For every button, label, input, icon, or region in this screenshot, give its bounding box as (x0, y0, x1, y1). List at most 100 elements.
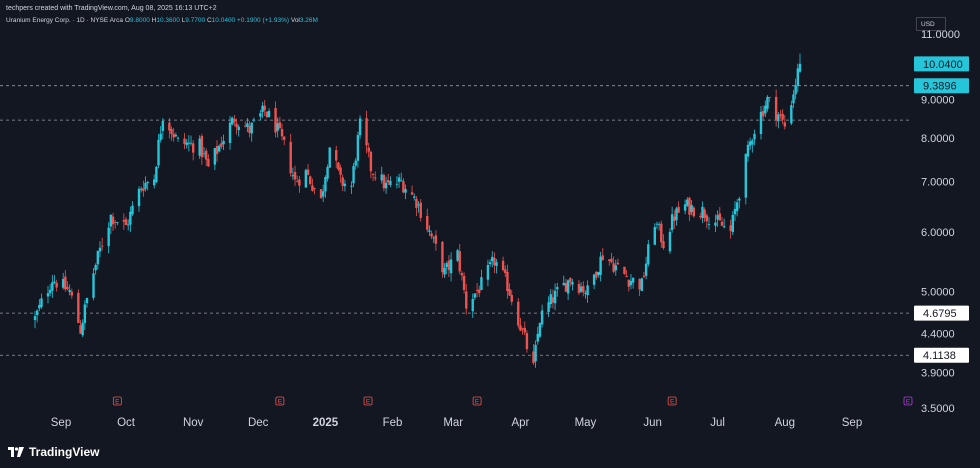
candle-body (335, 150, 338, 161)
candle-body (774, 96, 778, 120)
candle-body (220, 143, 223, 147)
candle-body (460, 273, 464, 276)
candle-body (471, 299, 474, 312)
x-tick-label: Jun (643, 417, 662, 429)
candle-body (298, 179, 301, 186)
candle-body (415, 198, 418, 208)
candle-body (159, 133, 162, 141)
candle-body (456, 250, 459, 261)
candle-body (434, 235, 438, 244)
y-tick-label: 9.0000 (921, 95, 955, 107)
candle-body (198, 138, 201, 156)
candle-body (501, 260, 505, 271)
price-tag-label: 4.1138 (923, 350, 956, 362)
candle-body (384, 182, 388, 189)
tradingview-logo-icon (8, 447, 24, 457)
candle-body (768, 97, 771, 98)
candle-body (677, 206, 680, 213)
candle-body (798, 63, 802, 72)
candle-body (371, 174, 375, 175)
candle-body (670, 214, 674, 230)
candle-body (692, 207, 695, 217)
candle-body (215, 146, 219, 154)
candle-body (536, 333, 539, 342)
candle-body (614, 265, 617, 271)
candle-body (319, 189, 323, 198)
candle-body (259, 113, 262, 117)
candle-body (200, 136, 204, 157)
y-tick-label: 7.0000 (921, 177, 955, 189)
candle-body (582, 286, 585, 293)
candle-body (246, 123, 249, 127)
tradingview-logo: TradingView (8, 445, 99, 459)
candle-body (228, 122, 232, 143)
candle-body (70, 291, 74, 296)
candle-body (625, 275, 628, 278)
candle-body (640, 278, 643, 291)
candle-body (237, 126, 240, 131)
x-tick-label: 2025 (313, 417, 339, 429)
candle-body (579, 286, 583, 292)
candle-body (551, 297, 555, 303)
candle-body (207, 158, 210, 167)
candle-body (324, 177, 327, 192)
candle-body (40, 298, 43, 307)
price-chart[interactable]: 11.0000 9.0000 8.0000 7.0000 6.0000 5.0000 4.4… (0, 0, 980, 468)
candle-body (627, 279, 630, 287)
earnings-marker-label: E (278, 399, 283, 406)
candle-body (508, 289, 511, 296)
x-tick-label: Dec (248, 417, 269, 429)
candle-body (751, 140, 754, 145)
candle-body (638, 279, 641, 290)
candle-body (417, 204, 420, 206)
candle-body (55, 282, 58, 288)
candle-body (642, 275, 646, 277)
candle-body (662, 241, 665, 249)
candle-body (250, 122, 253, 134)
candle-body (222, 140, 225, 145)
candle-body (748, 141, 752, 146)
y-tick-label: 5.0000 (921, 287, 955, 299)
y-tick-label: 3.9000 (921, 368, 955, 380)
candle-body (595, 271, 598, 278)
candle-body (100, 245, 104, 247)
candle-body (777, 114, 780, 122)
candle-body (261, 105, 264, 113)
candle-body (445, 263, 448, 268)
candle-body (792, 94, 795, 104)
candle-body (441, 241, 444, 273)
y-tick-label: 3.5000 (921, 403, 955, 415)
candle-body (306, 169, 310, 175)
candle-body (599, 256, 602, 275)
earnings-marker-label: E (670, 399, 675, 406)
candle-body (276, 123, 279, 131)
candle-body (85, 297, 89, 304)
candle-body (519, 325, 522, 331)
candle-body (731, 214, 735, 233)
candle-body (35, 310, 39, 316)
candle-body (107, 227, 110, 247)
candle-body (139, 188, 143, 190)
candle-body (653, 227, 656, 245)
candle-body (374, 177, 377, 179)
candle-body (428, 230, 431, 232)
candle-body (629, 280, 633, 286)
y-tick-label: 8.0000 (921, 133, 955, 145)
candle-body (265, 111, 269, 118)
candle-body (358, 118, 362, 136)
candle-body (553, 290, 557, 304)
candle-body (92, 273, 95, 298)
candle-body (473, 293, 477, 298)
candle-body (729, 225, 732, 231)
candle-body (48, 289, 52, 294)
candle-body (397, 177, 401, 182)
earnings-marker-label: E (115, 399, 120, 406)
candle-body (389, 181, 392, 186)
price-tag-label: 10.0400 (923, 59, 963, 71)
candle-body (146, 181, 149, 184)
candle-body (540, 310, 544, 325)
candle-body (549, 294, 552, 305)
candle-body (313, 188, 316, 189)
candle-body (122, 219, 126, 222)
candle-body (571, 282, 574, 285)
